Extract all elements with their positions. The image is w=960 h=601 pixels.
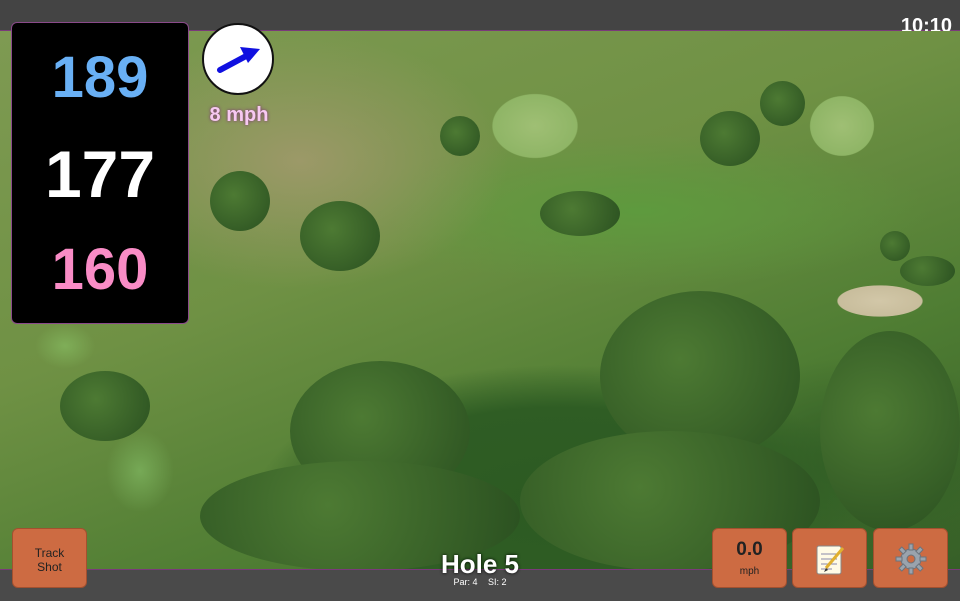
map-tree: [300, 201, 380, 271]
map-tree: [440, 116, 480, 156]
wind-speed: 8 mph: [209, 104, 269, 126]
map-tree: [60, 371, 150, 441]
wind-indicator: [202, 23, 274, 95]
track-shot-button[interactable]: Track Shot: [12, 528, 87, 588]
distance-back: 189: [51, 45, 149, 110]
map-tree: [900, 256, 955, 286]
hole-title: Hole 5: [440, 549, 520, 579]
notes-button[interactable]: [792, 528, 867, 588]
distance-panel: 189 177 160: [11, 22, 189, 324]
notepad-icon: [816, 545, 844, 575]
map-tree: [210, 171, 270, 231]
speed-value: 0.0: [736, 539, 763, 560]
hole-stroke-index: SI: 2: [488, 577, 507, 587]
track-shot-label-line2: Shot: [37, 560, 62, 574]
speed-button[interactable]: 0.0 mph: [712, 528, 787, 588]
map-tree: [760, 81, 805, 126]
wind-direction-arrow-icon: [217, 47, 260, 73]
distance-middle: 177: [44, 137, 156, 211]
hole-par: Par: 4: [453, 577, 478, 587]
gear-icon: [895, 543, 926, 575]
track-shot-label-line1: Track: [34, 546, 65, 560]
speed-unit: mph: [739, 566, 760, 577]
map-tree: [540, 191, 620, 236]
map-tree: [700, 111, 760, 166]
settings-button[interactable]: [873, 528, 948, 588]
map-tree: [880, 231, 910, 261]
hole-details: Par: 4 SI: 2: [400, 577, 560, 587]
distance-front: 160: [51, 237, 149, 302]
map-tree: [820, 331, 960, 531]
